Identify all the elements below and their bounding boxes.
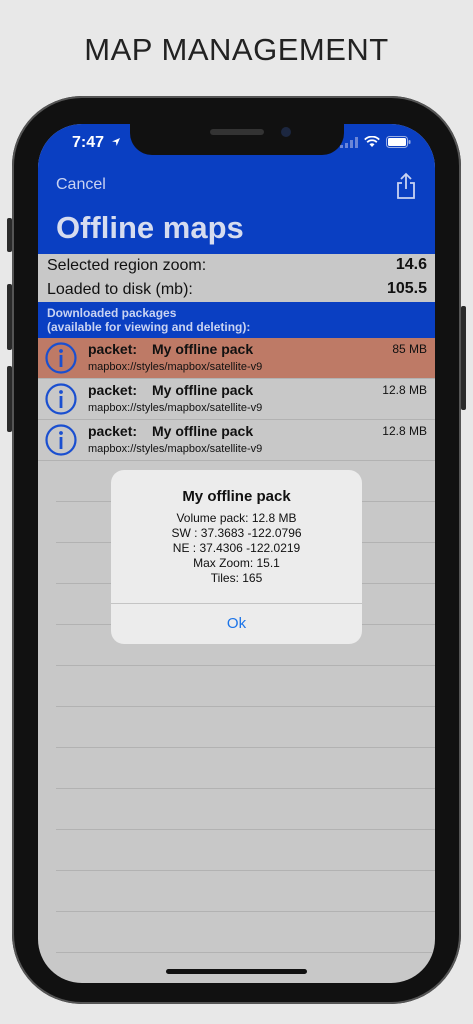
pack-info-alert: My offline pack Volume pack: 12.8 MB SW … (111, 470, 362, 644)
ok-button[interactable]: Ok (111, 604, 362, 644)
pack-name: My offline pack (152, 382, 254, 398)
nav-title: Offline maps (56, 210, 244, 245)
pack-kind: packet: (88, 382, 138, 398)
wifi-icon (364, 136, 380, 147)
speaker (210, 129, 264, 135)
empty-row-separator (56, 911, 435, 912)
home-indicator[interactable] (166, 969, 307, 974)
alert-ne-bound: NE : 37.4306 -122.0219 (172, 541, 301, 555)
location-arrow-icon (112, 138, 120, 146)
info-icon[interactable] (45, 383, 77, 415)
front-camera (281, 127, 291, 137)
empty-row-separator (56, 870, 435, 871)
pack-kind: packet: (88, 341, 138, 357)
phone-power-button (461, 306, 466, 410)
stat-disk-row: Loaded to disk (mb): 105.5 (38, 278, 435, 301)
pack-size: 85 MB (392, 342, 427, 356)
pack-style-url: mapbox://styles/mapbox/satellite-v9 (88, 361, 263, 373)
empty-row-separator (56, 829, 435, 830)
info-icon[interactable] (45, 424, 77, 456)
stat-disk-value: 105.5 (386, 280, 427, 297)
pack-name: My offline pack (152, 341, 254, 357)
alert-volume: Volume pack: 12.8 MB (176, 511, 297, 525)
empty-row-separator (56, 788, 435, 789)
section-header: Downloaded packages (available for viewi… (38, 302, 435, 338)
pack-size: 12.8 MB (382, 424, 427, 438)
pack-style-url: mapbox://styles/mapbox/satellite-v9 (88, 443, 263, 455)
stat-zoom-label: Selected region zoom: (47, 257, 207, 274)
status-time: 7:47 (72, 134, 105, 151)
share-icon[interactable] (395, 172, 417, 200)
section-title: Downloaded packages (47, 306, 177, 320)
alert-sw-bound: SW : 37.3683 -122.0796 (171, 526, 302, 540)
pack-style-url: mapbox://styles/mapbox/satellite-v9 (88, 402, 263, 414)
status-icons (340, 136, 411, 148)
pack-name: My offline pack (152, 423, 254, 439)
empty-row-separator (56, 747, 435, 748)
empty-row-separator (56, 952, 435, 953)
pack-row[interactable]: packet: My offline pack 12.8 MB mapbox:/… (38, 379, 435, 420)
section-subtitle: (available for viewing and deleting): (47, 320, 251, 334)
battery-icon (386, 136, 411, 148)
alert-max-zoom: Max Zoom: 15.1 (193, 556, 280, 570)
pack-row[interactable]: packet: My offline pack 85 MB mapbox://s… (38, 338, 435, 379)
stat-zoom-row: Selected region zoom: 14.6 (38, 254, 435, 277)
cancel-button[interactable]: Cancel (56, 176, 106, 194)
alert-tiles: Tiles: 165 (210, 571, 263, 585)
info-icon[interactable] (45, 342, 77, 374)
stat-disk-label: Loaded to disk (mb): (47, 281, 193, 298)
alert-title: My offline pack (182, 488, 291, 505)
page-banner-title: MAP MANAGEMENT (84, 32, 389, 67)
pack-kind: packet: (88, 423, 138, 439)
pack-size: 12.8 MB (382, 383, 427, 397)
empty-row-separator (56, 665, 435, 666)
pack-row[interactable]: packet: My offline pack 12.8 MB mapbox:/… (38, 420, 435, 461)
notch (130, 124, 344, 155)
stat-zoom-value: 14.6 (395, 256, 427, 273)
empty-row-separator (56, 706, 435, 707)
phone-screen: 7:47 Cancel Offline maps Selected region… (38, 124, 435, 983)
